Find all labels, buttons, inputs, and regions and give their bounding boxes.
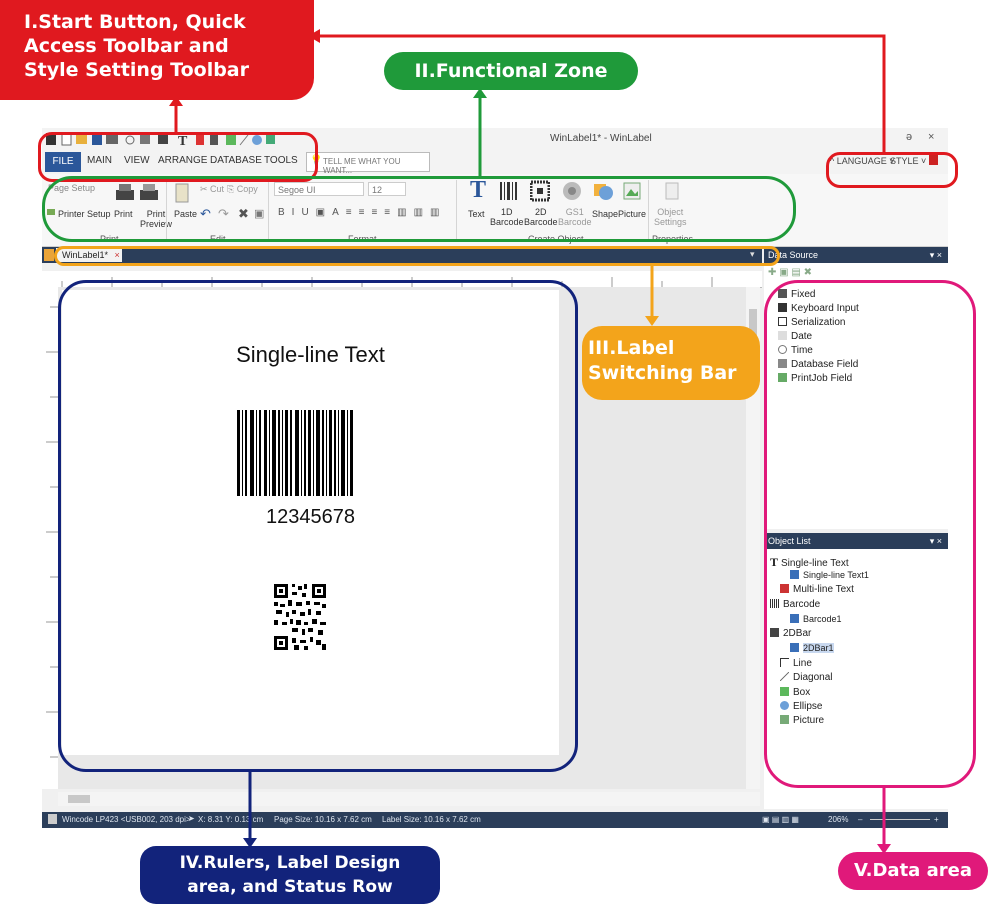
annotation-start-button: I.Start Button, Quick Access Toolbar and… [0, 0, 314, 100]
annotation-label-switching: III.Label Switching Bar [582, 326, 760, 400]
annotation-arrows [169, 29, 891, 854]
annotation-data-area: V.Data area [838, 852, 988, 890]
annotation-functional-zone: II.Functional Zone [384, 52, 638, 90]
annotation-rulers-design: IV.Rulers, Label Design area, and Status… [140, 846, 440, 904]
